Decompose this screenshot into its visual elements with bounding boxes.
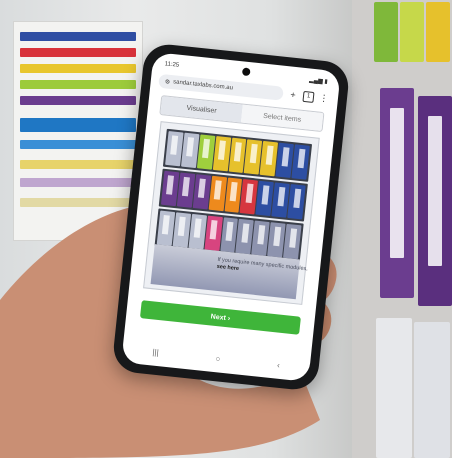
back-button[interactable]: ‹: [277, 360, 281, 369]
photo-scene: 11:25 ▂▄▆ ▮ ⚙ sandar.taxlabs.com.au + 1 …: [0, 0, 452, 458]
recent-apps-button[interactable]: |||: [152, 347, 159, 357]
see-here-link[interactable]: see here: [216, 264, 239, 272]
tab-visualiser[interactable]: Visualiser: [160, 96, 243, 123]
browser-menu-icon[interactable]: ⋮: [317, 91, 330, 104]
site-settings-icon[interactable]: ⚙: [164, 78, 170, 86]
tab-switcher-button[interactable]: 1: [302, 90, 315, 103]
status-time: 11:25: [164, 61, 180, 69]
url-text: sandar.taxlabs.com.au: [172, 79, 234, 92]
next-button[interactable]: Next ›: [139, 300, 301, 335]
tab-select-items[interactable]: Select items: [240, 104, 324, 131]
smartphone: 11:25 ▂▄▆ ▮ ⚙ sandar.taxlabs.com.au + 1 …: [111, 42, 351, 392]
shelf-visualiser: If you require many specific modules, se…: [143, 121, 320, 305]
signal-icon: ▂▄▆ ▮: [308, 76, 328, 85]
home-button[interactable]: ○: [215, 354, 221, 363]
android-nav-bar: ||| ○ ‹: [152, 346, 281, 371]
phone-screen: 11:25 ▂▄▆ ▮ ⚙ sandar.taxlabs.com.au + 1 …: [121, 52, 341, 382]
new-tab-button[interactable]: +: [287, 88, 300, 101]
